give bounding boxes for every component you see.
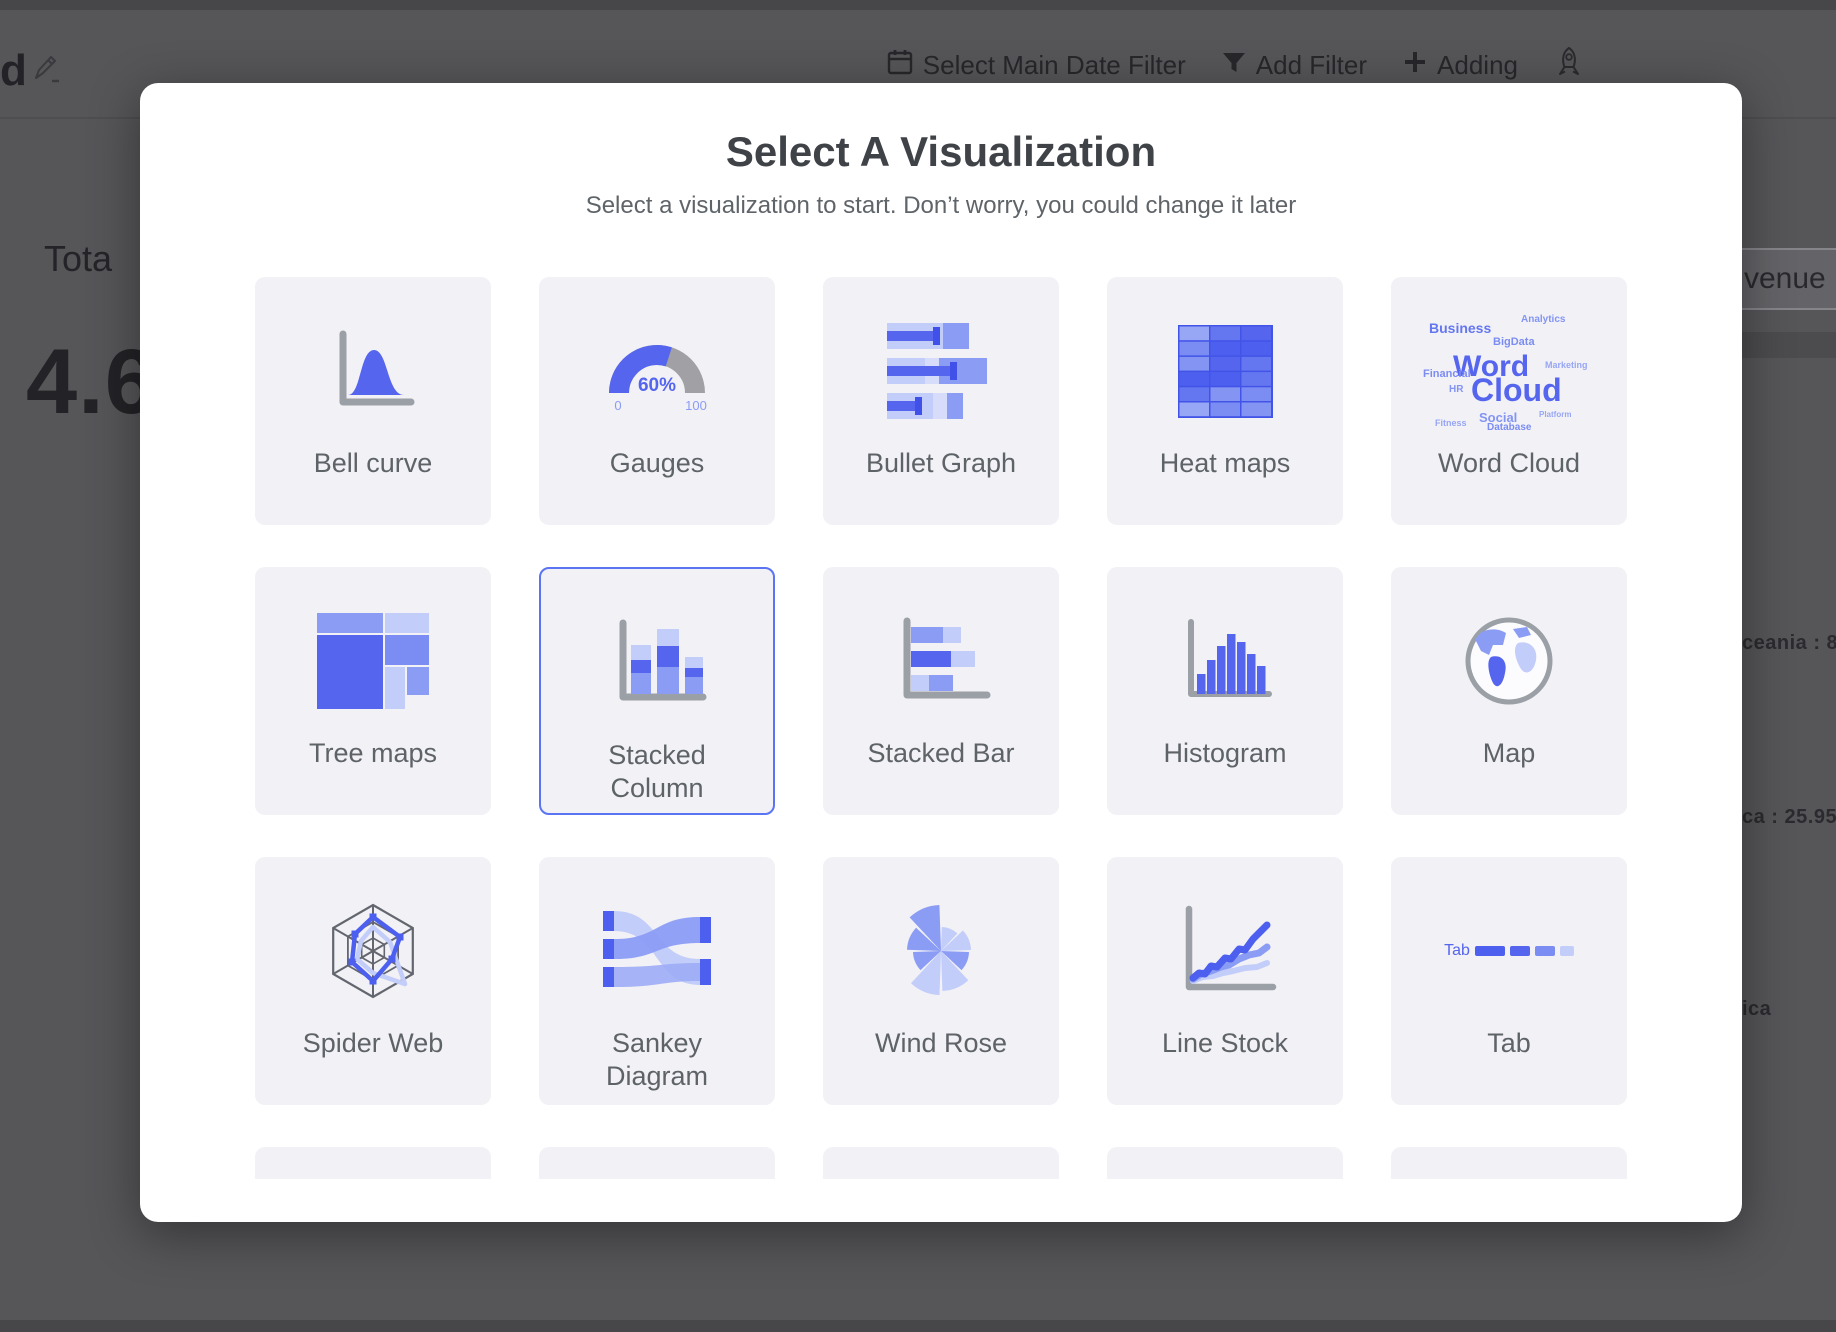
- histogram-icon: [1177, 597, 1273, 725]
- tab-icon-content: Tab: [1444, 942, 1574, 960]
- svg-text:100: 100: [685, 398, 707, 413]
- viz-card-label: Line Stock: [1162, 1027, 1288, 1060]
- viz-card-partial[interactable]: [539, 1147, 775, 1179]
- main-date-filter-button[interactable]: Select Main Date Filter: [887, 48, 1186, 83]
- viz-card-word-cloud[interactable]: BusinessAnalyticsBigDataWordMarketingFin…: [1391, 277, 1627, 525]
- viz-card-partial[interactable]: [255, 1147, 491, 1179]
- viz-card-label: Tab: [1487, 1027, 1531, 1060]
- svg-text:0: 0: [614, 398, 621, 413]
- viz-card-label: Histogram: [1163, 737, 1286, 770]
- viz-card-sankey-diagram[interactable]: Sankey Diagram: [539, 857, 775, 1105]
- viz-card-map[interactable]: Map: [1391, 567, 1627, 815]
- dashboard-toolbar: Select Main Date Filter Add Filter A: [887, 46, 1584, 85]
- viz-card-partial[interactable]: [1391, 1147, 1627, 1179]
- viz-card-label: Bell curve: [314, 447, 433, 480]
- add-filter-button[interactable]: Add Filter: [1222, 50, 1367, 81]
- stacked-bar-icon: [891, 597, 991, 725]
- top-strip: [0, 0, 1836, 10]
- viz-card-partial[interactable]: [1107, 1147, 1343, 1179]
- viz-card-label: Sankey Diagram: [565, 1027, 750, 1093]
- viz-card-label: Stacked Bar: [867, 737, 1014, 770]
- tree-maps-icon: [317, 597, 429, 725]
- funnel-icon: [1222, 50, 1246, 81]
- viz-card-stacked-bar[interactable]: Stacked Bar: [823, 567, 1059, 815]
- main-date-filter-label: Select Main Date Filter: [923, 50, 1186, 81]
- adding-button[interactable]: Adding: [1403, 50, 1518, 81]
- metric-value: 4.6: [26, 330, 157, 435]
- modal-title: Select A Visualization: [140, 127, 1742, 177]
- viz-card-label: Word Cloud: [1438, 447, 1580, 480]
- modal-subtitle: Select a visualization to start. Don’t w…: [140, 191, 1742, 221]
- calendar-icon: [887, 48, 913, 83]
- viz-card-tab[interactable]: Tab Tab: [1391, 857, 1627, 1105]
- viz-card-label: Heat maps: [1160, 447, 1291, 480]
- tab-icon: Tab: [1444, 887, 1574, 1015]
- svg-text:60%: 60%: [638, 375, 676, 396]
- heat-maps-icon: [1178, 307, 1273, 435]
- viz-card-label: Wind Rose: [875, 1027, 1007, 1060]
- viz-card-stacked-column[interactable]: Stacked Column: [539, 567, 775, 815]
- viz-card-label: Gauges: [610, 447, 705, 480]
- stacked-column-icon: [607, 599, 707, 727]
- metric-title-fragment: Tota: [44, 238, 112, 280]
- spider-web-icon: [321, 887, 425, 1015]
- edit-pencil-icon[interactable]: [32, 54, 60, 89]
- visualization-grid: Bell curve 60% 0 100 Gauges Bullet Graph H…: [255, 277, 1627, 1179]
- bell-curve-icon: [323, 307, 423, 435]
- map-icon: [1462, 597, 1556, 725]
- line-stock-icon: [1173, 887, 1277, 1015]
- viz-card-line-stock[interactable]: Line Stock: [1107, 857, 1343, 1105]
- viz-card-partial[interactable]: [823, 1147, 1059, 1179]
- viz-card-gauges[interactable]: 60% 0 100 Gauges: [539, 277, 775, 525]
- bottom-strip: [0, 1320, 1836, 1332]
- viz-card-spider-web[interactable]: Spider Web: [255, 857, 491, 1105]
- viz-card-label: Stacked Column: [565, 739, 750, 805]
- viz-card-bullet-graph[interactable]: Bullet Graph: [823, 277, 1059, 525]
- legend-fragment: ica: [1742, 998, 1771, 1021]
- adding-label: Adding: [1437, 50, 1518, 81]
- gauges-icon: 60% 0 100: [602, 307, 712, 435]
- plus-icon: [1403, 50, 1427, 81]
- rocket-icon[interactable]: [1554, 46, 1584, 85]
- sankey-diagram-icon: [603, 887, 711, 1015]
- bullet-graph-icon: [887, 307, 995, 435]
- viz-card-tree-maps[interactable]: Tree maps: [255, 567, 491, 815]
- wind-rose-icon: [891, 887, 991, 1015]
- legend-fragment: ceania : 8: [1742, 632, 1836, 655]
- viz-card-histogram[interactable]: Histogram: [1107, 567, 1343, 815]
- word-cloud-words: BusinessAnalyticsBigDataWordMarketingFin…: [1423, 310, 1595, 432]
- word-cloud-icon: BusinessAnalyticsBigDataWordMarketingFin…: [1423, 307, 1595, 435]
- add-filter-label: Add Filter: [1256, 50, 1367, 81]
- visualization-picker-modal: Select A Visualization Select a visualiz…: [140, 83, 1742, 1222]
- viz-card-wind-rose[interactable]: Wind Rose: [823, 857, 1059, 1105]
- screen: d Select Main Date Filter: [0, 0, 1836, 1332]
- dashboard-title-fragment: d: [0, 46, 27, 96]
- viz-card-label: Tree maps: [309, 737, 437, 770]
- viz-card-label: Map: [1483, 737, 1536, 770]
- viz-card-label: Spider Web: [303, 1027, 444, 1060]
- viz-card-heat-maps[interactable]: Heat maps: [1107, 277, 1343, 525]
- viz-card-bell-curve[interactable]: Bell curve: [255, 277, 491, 525]
- legend-fragment: ca : 25.95: [1742, 806, 1836, 829]
- viz-card-label: Bullet Graph: [866, 447, 1016, 480]
